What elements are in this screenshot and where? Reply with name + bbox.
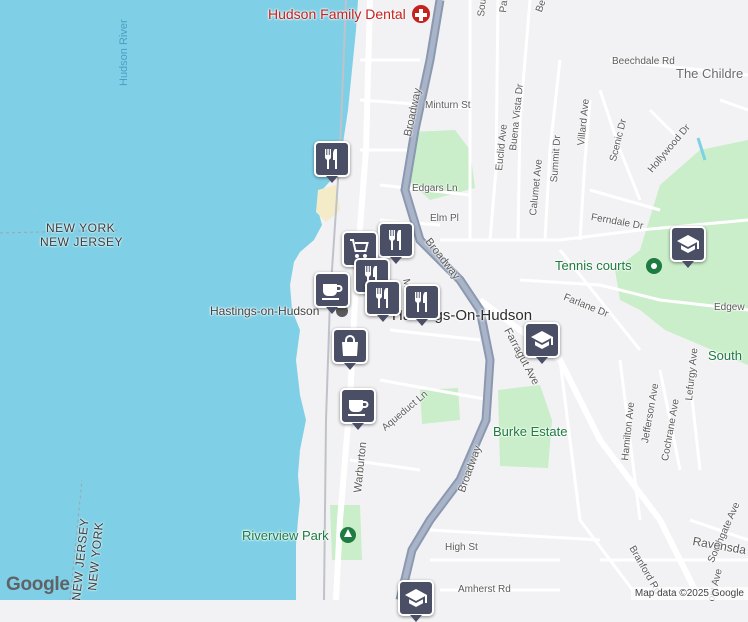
restaurant-icon	[376, 288, 388, 308]
school-icon	[531, 331, 553, 349]
tennis-label[interactable]: Tennis courts	[555, 258, 632, 273]
dental-label[interactable]: Hudson Family Dental	[268, 6, 406, 22]
cafe-marker[interactable]	[314, 272, 350, 314]
tennis-courts-pin-dot	[651, 263, 657, 269]
south-label: South	[708, 348, 742, 363]
state-label-nj: NEW JERSEY	[40, 235, 124, 249]
street-edgewood: Edgew	[714, 302, 745, 313]
restaurant-icon	[325, 149, 337, 169]
street-minturn: Minturn St	[425, 100, 471, 111]
coffee-cup-icon	[322, 284, 343, 300]
school-marker[interactable]	[398, 580, 434, 622]
restaurant-icon	[389, 230, 401, 250]
map-attribution[interactable]: Map data ©2025 Google	[630, 587, 748, 600]
street-parkview: Pa	[498, 0, 511, 14]
shopping-bag-icon	[342, 335, 358, 356]
street-elm: Elm Pl	[430, 213, 459, 224]
google-logo: Google	[6, 574, 70, 595]
street-edgars: Edgars Ln	[412, 183, 458, 194]
street-beechdale: Beechdale Rd	[612, 56, 675, 67]
restaurant-marker[interactable]	[314, 141, 350, 183]
restaurant-icon	[415, 292, 427, 312]
restaurant-marker[interactable]	[378, 222, 414, 264]
cafe-marker[interactable]	[340, 388, 376, 430]
street-amherst: Amherst Rd	[458, 584, 511, 595]
restaurant-marker[interactable]	[365, 280, 401, 322]
state-label-ny: NEW YORK	[46, 221, 116, 235]
street-high: High St	[445, 542, 478, 553]
burke-label[interactable]: Burke Estate	[493, 424, 567, 439]
shopping-marker[interactable]	[332, 328, 368, 370]
school-marker[interactable]	[524, 322, 560, 364]
coffee-cup-icon	[348, 400, 369, 416]
station-label[interactable]: Hastings-on-Hudson	[210, 304, 319, 318]
riverview-label[interactable]: Riverview Park	[242, 528, 329, 543]
restaurant-marker[interactable]	[404, 284, 440, 326]
school-marker[interactable]	[670, 226, 706, 268]
street-south-top: Sou	[476, 0, 489, 18]
children-label[interactable]: The Childre	[676, 66, 743, 81]
school-icon	[405, 589, 427, 607]
school-icon	[677, 235, 699, 253]
river-label: Hudson River	[118, 19, 130, 86]
